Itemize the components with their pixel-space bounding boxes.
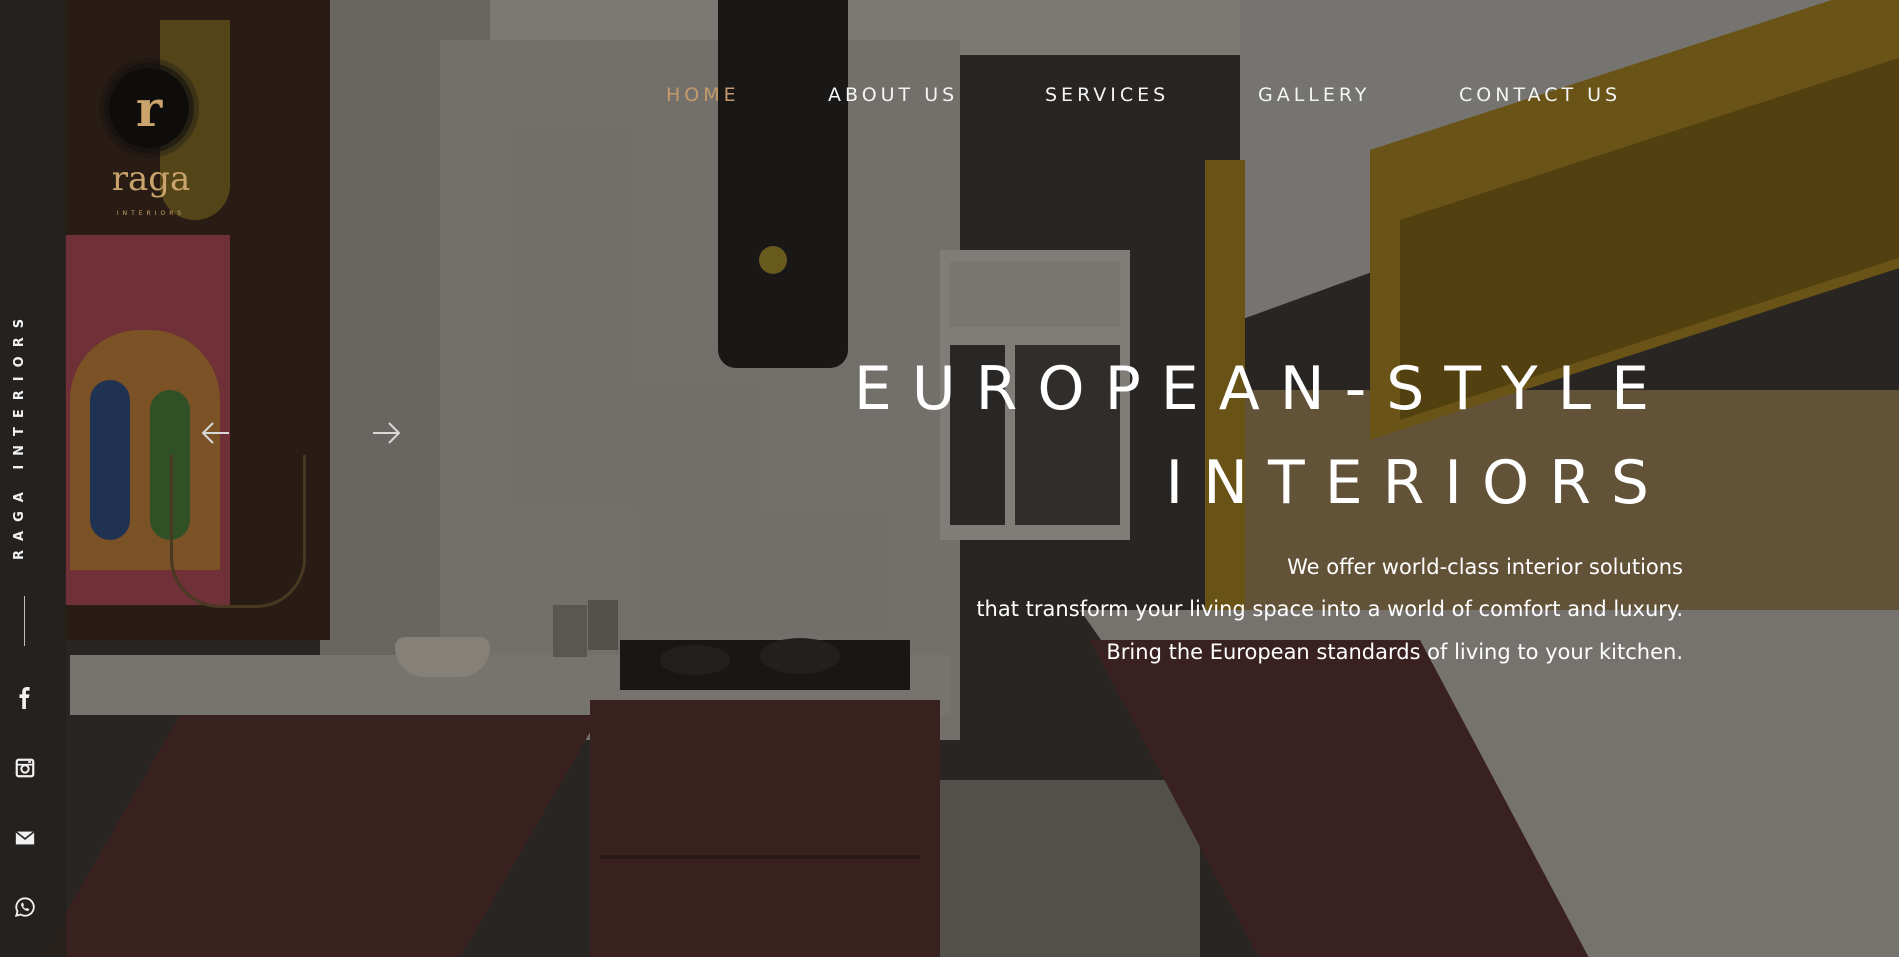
- nav-home[interactable]: HOME: [666, 84, 740, 106]
- left-sidebar: RAGA INTERIORS: [0, 0, 66, 957]
- whatsapp-link[interactable]: [10, 892, 40, 922]
- hero-description-line-3: Bring the European standards of living t…: [1106, 640, 1683, 664]
- whatsapp-icon: [14, 897, 35, 918]
- arrow-right-icon: [373, 422, 401, 444]
- logo-letter: r: [135, 78, 163, 138]
- nav-about-us[interactable]: ABOUT US: [828, 84, 958, 106]
- hero-description-line-1: We offer world-class interior solutions: [1287, 555, 1683, 579]
- sidebar-divider: [24, 596, 25, 646]
- nav-gallery[interactable]: GALLERY: [1258, 84, 1371, 106]
- nav-contact-us[interactable]: CONTACT US: [1459, 84, 1621, 106]
- hero-title-line-1: EUROPEAN-STYLE: [853, 354, 1669, 424]
- nav-services[interactable]: SERVICES: [1045, 84, 1169, 106]
- facebook-icon: [19, 687, 30, 709]
- email-icon: [15, 830, 35, 845]
- instagram-icon: [15, 758, 35, 778]
- logo-emblem: r: [109, 68, 189, 148]
- facebook-link[interactable]: [10, 683, 40, 713]
- email-link[interactable]: [10, 823, 40, 853]
- sidebar-brand-vertical-text: RAGA INTERIORS: [12, 309, 27, 560]
- carousel-prev-button[interactable]: [197, 416, 233, 450]
- hero-description-line-2: that transform your living space into a …: [976, 597, 1683, 621]
- hero-title-line-2: INTERIORS: [1165, 448, 1669, 518]
- logo-wordmark: raga: [111, 159, 191, 199]
- logo-subtitle: INTERIORS: [116, 210, 186, 217]
- arrow-left-icon: [201, 422, 229, 444]
- brand-logo[interactable]: r raga INTERIORS: [96, 50, 206, 230]
- instagram-link[interactable]: [10, 753, 40, 783]
- carousel-next-button[interactable]: [369, 416, 405, 450]
